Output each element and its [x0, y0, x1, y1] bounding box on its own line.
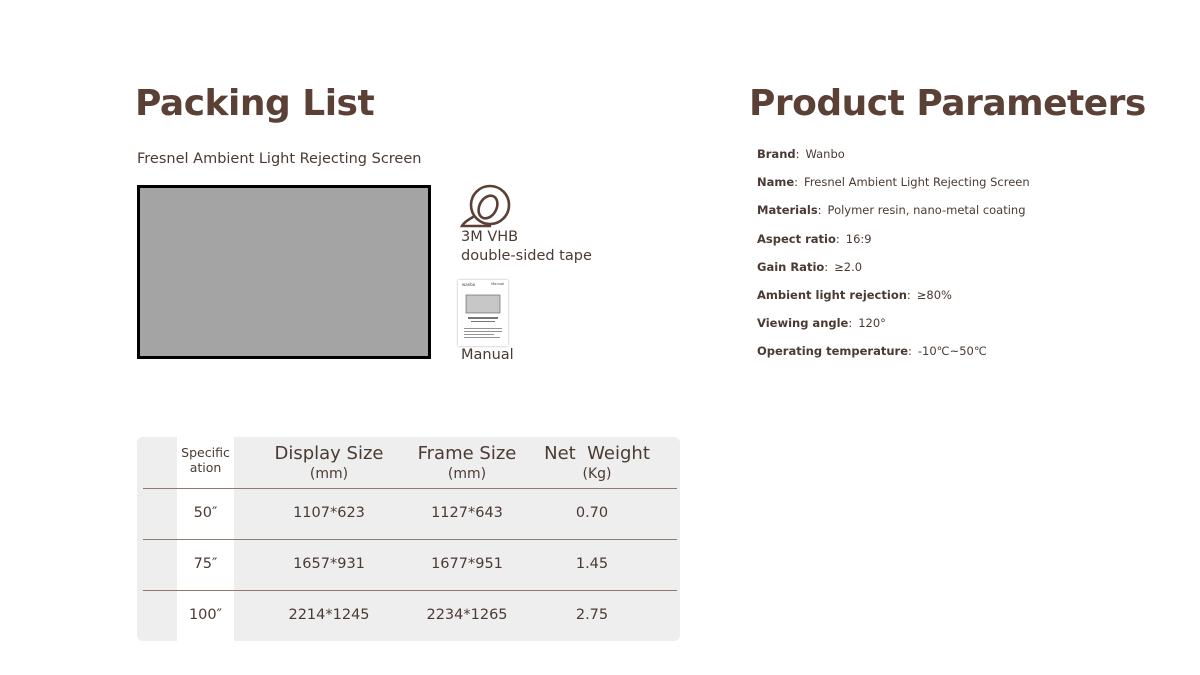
display-size-header: Display Size (mm) — [259, 443, 399, 483]
param-separator: : — [908, 344, 912, 359]
param-row-brand: Brand: Wanbo — [757, 147, 1030, 175]
header-unit: (mm) — [309, 466, 349, 482]
frame-size-cell: 1677*951 — [431, 556, 503, 572]
spec-cell: 100″ — [188, 607, 223, 623]
param-value: 120° — [858, 316, 886, 331]
param-row-gain-ratio: Gain Ratio: ≥2.0 — [757, 260, 1030, 288]
param-separator: : — [848, 316, 853, 331]
param-row-materials: Materials: Polymer resin, nano-metal coat… — [757, 203, 1030, 231]
param-separator: : — [835, 231, 840, 246]
table-divider — [143, 539, 677, 540]
param-name: Brand — [757, 147, 796, 161]
param-row-operating-temperature: Operating temperature: -10℃~50℃ — [757, 344, 1030, 372]
specification-table: Specific ation Display Size (mm) Frame S… — [137, 437, 680, 641]
param-separator: : — [817, 203, 822, 218]
param-name: Viewing angle — [757, 316, 849, 331]
param-row-name: Name: Fresnel Ambient Light Rejecting Scr… — [757, 175, 1030, 203]
param-value: ≥80% — [916, 287, 952, 302]
param-name: Name — [757, 175, 795, 190]
net-weight-cell: 0.70 — [575, 505, 609, 521]
manual-thumbnail: wanbo Manual — [458, 280, 508, 346]
param-name: Aspect ratio — [757, 231, 836, 246]
param-row-viewing-angle: Viewing angle: 120° — [757, 316, 1030, 344]
net-weight-header: Net Weight (Kg) — [527, 443, 667, 483]
param-value: Fresnel Ambient Light Rejecting Screen — [804, 175, 1030, 190]
frame-size-header: Frame Size (mm) — [397, 443, 537, 483]
screen-label: Fresnel Ambient Light Rejecting Screen — [137, 151, 422, 167]
param-name: Operating temperature — [757, 344, 908, 359]
param-value: 16:9 — [845, 231, 872, 246]
frame-size-cell: 1127*643 — [431, 505, 503, 521]
param-value: ≥2.0 — [834, 259, 863, 274]
tape-label: 3M VHB double-sided tape — [461, 228, 592, 266]
screen-image — [137, 185, 431, 359]
header-main: Display Size — [274, 443, 384, 464]
display-size-cell: 1657*931 — [293, 556, 365, 572]
header-unit: (Kg) — [582, 466, 612, 482]
param-name: Ambient light rejection — [757, 287, 907, 302]
table-divider — [143, 590, 677, 591]
table-divider — [143, 488, 677, 489]
manual-label: Manual — [461, 347, 514, 363]
param-row-ambient-light-rejection: Ambient light rejection: ≥80% — [757, 288, 1030, 316]
header-main: Net Weight — [544, 443, 650, 464]
net-weight-cell: 1.45 — [575, 556, 609, 572]
param-separator: : — [794, 175, 799, 190]
tape-label-line2: double-sided tape — [461, 248, 592, 264]
param-value: Wanbo — [805, 147, 845, 161]
param-value: Polymer resin, nano-metal coating — [827, 203, 1026, 218]
tape-label-line1: 3M VHB — [461, 229, 519, 245]
display-size-cell: 2214*1245 — [288, 607, 370, 623]
parameters-list: Brand: Wanbo Name: Fresnel Ambient Light R… — [757, 147, 1030, 373]
param-separator: : — [906, 287, 911, 302]
param-name: Materials — [757, 203, 818, 218]
header-unit: (mm) — [447, 466, 487, 482]
net-weight-cell: 2.75 — [575, 607, 609, 623]
packing-list-title: Packing List — [135, 83, 375, 124]
spec-cell: 75″ — [193, 556, 218, 572]
manual-page-image — [464, 294, 502, 338]
param-separator: : — [824, 259, 829, 274]
spec-header-line2: ation — [189, 460, 222, 475]
param-separator: : — [795, 147, 800, 161]
spec-cell: 50″ — [193, 505, 218, 521]
tape-roll-icon — [460, 184, 511, 228]
header-main: Frame Size — [417, 443, 517, 464]
manual-word: Manual — [491, 282, 504, 286]
manual-brand: wanbo — [462, 282, 476, 287]
spec-header-line1: Specific — [181, 445, 230, 460]
spec-header: Specific ation — [177, 445, 234, 475]
param-row-aspect-ratio: Aspect ratio: 16:9 — [757, 232, 1030, 260]
product-parameters-title: Product Parameters — [749, 83, 1146, 124]
frame-size-cell: 2234*1265 — [426, 607, 508, 623]
param-value: -10℃~50℃ — [917, 344, 987, 359]
param-name: Gain Ratio — [757, 259, 825, 274]
display-size-cell: 1107*623 — [293, 505, 365, 521]
